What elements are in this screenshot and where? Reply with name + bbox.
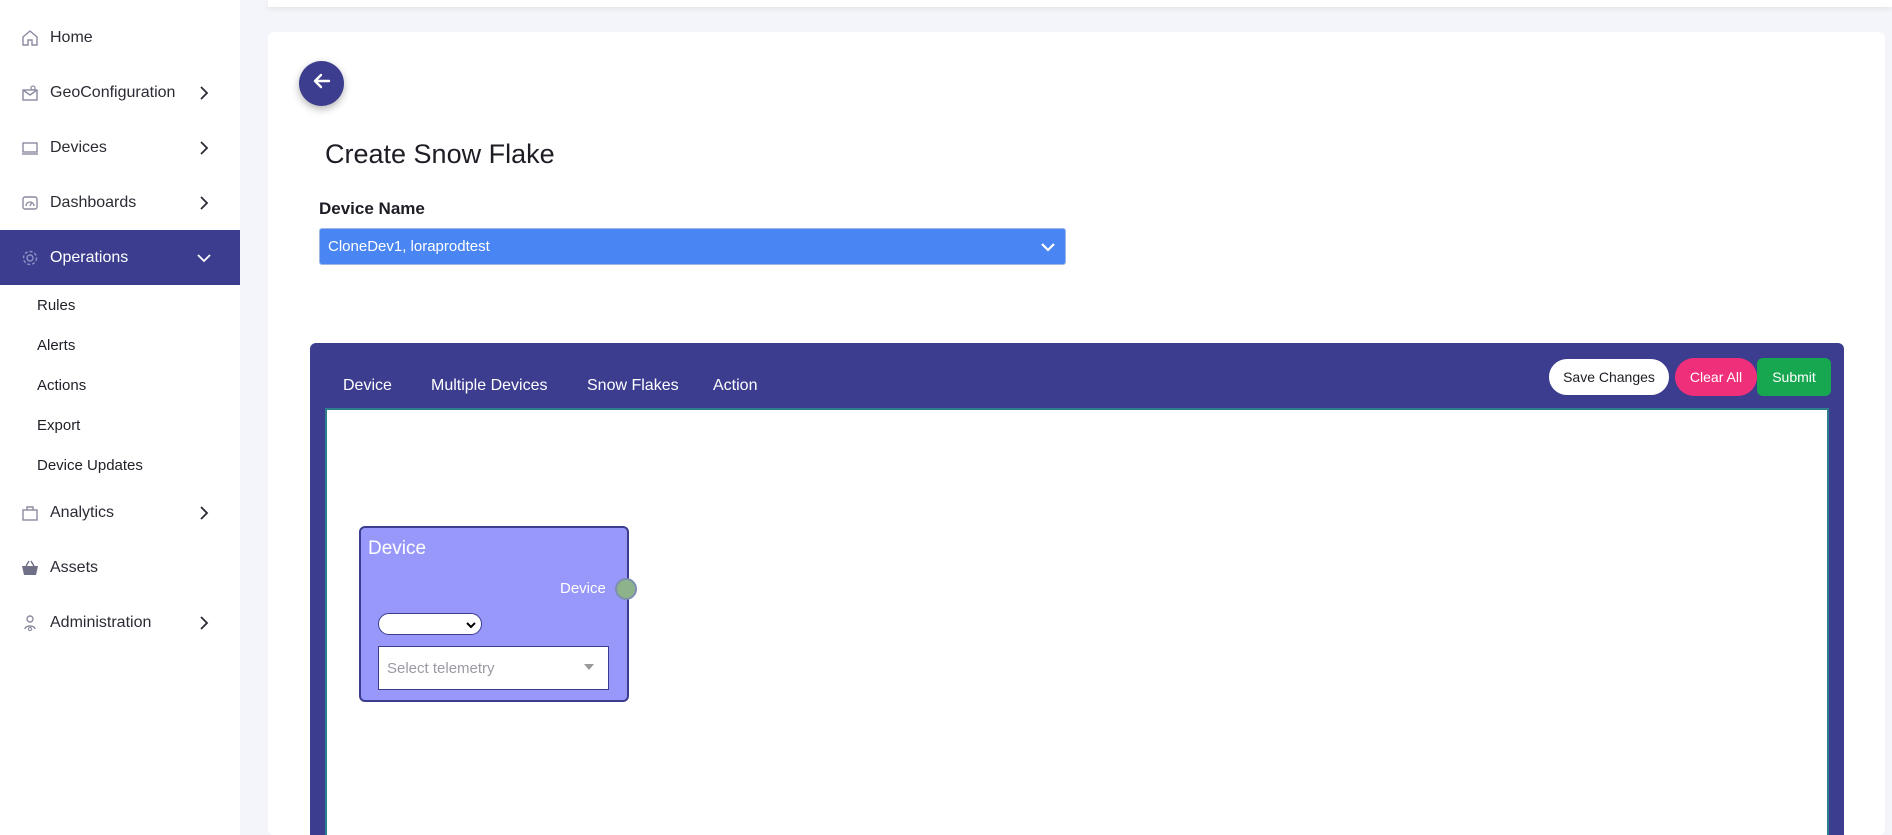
home-icon [20,28,40,48]
select-telemetry-placeholder: Select telemetry [387,659,495,677]
map-envelope-icon [20,83,40,103]
sidebar-item-administration[interactable]: Administration [0,595,240,650]
tab-device[interactable]: Device [343,377,392,395]
sidebar-subitem-export[interactable]: Export [37,417,80,434]
basket-icon [20,558,40,578]
page-title: Create Snow Flake [325,139,555,169]
sidebar-item-label: Administration [50,613,152,631]
tab-multiple-devices[interactable]: Multiple Devices [431,377,547,395]
sidebar-subitem-device-updates[interactable]: Device Updates [37,457,143,474]
sidebar-item-label: Home [50,28,93,46]
back-button[interactable] [299,61,344,106]
chevron-down-icon [465,618,477,630]
tab-snow-flakes[interactable]: Snow Flakes [587,377,679,395]
sidebar-item-label: GeoConfiguration [50,83,176,101]
gauge-icon [20,193,40,213]
sidebar-item-devices[interactable]: Devices [0,120,240,175]
chevron-down-icon [196,250,212,266]
sidebar-item-analytics[interactable]: Analytics [0,485,240,540]
user-cog-icon [20,613,40,633]
device-name-label: Device Name [319,199,425,218]
clear-all-button[interactable]: Clear All [1675,358,1757,396]
sidebar-subitem-actions[interactable]: Actions [37,377,86,394]
chevron-right-icon [196,195,212,211]
chevron-right-icon [196,505,212,521]
save-changes-button[interactable]: Save Changes [1548,358,1670,396]
submit-button[interactable]: Submit [1757,358,1831,396]
gear-icon [20,248,40,268]
device-name-value: CloneDev1, loraprodtest [328,238,490,255]
chevron-right-icon [196,140,212,156]
sidebar-item-label: Assets [50,558,99,576]
device-node-output-port[interactable] [615,578,637,600]
device-name-select[interactable]: CloneDev1, loraprodtest [319,228,1066,265]
laptop-icon [20,138,40,158]
sidebar-item-geoconfiguration[interactable]: GeoConfiguration [0,65,240,120]
device-node-title: Device [368,538,427,559]
select-telemetry-dropdown[interactable]: Select telemetry [378,646,609,690]
arrow-left-icon [313,73,331,94]
sidebar-item-operations[interactable]: Operations [0,230,240,285]
device-node-select[interactable] [378,613,482,635]
sidebar-subitem-alerts[interactable]: Alerts [37,337,75,354]
sidebar-item-dashboards[interactable]: Dashboards [0,175,240,230]
sidebar: Home GeoConfiguration Devices Dashboards [0,0,240,835]
sidebar-item-label: Devices [50,138,107,156]
device-node-port-label: Device [560,580,606,597]
sidebar-item-label: Operations [50,248,129,266]
briefcase-icon [20,503,40,523]
sidebar-item-label: Dashboards [50,193,137,211]
chevron-right-icon [196,615,212,631]
caret-down-icon [584,664,594,670]
top-bar [268,0,1892,7]
chevron-down-icon [1039,238,1057,256]
sidebar-item-home[interactable]: Home [0,10,240,65]
sidebar-item-label: Analytics [50,503,115,521]
chevron-right-icon [196,85,212,101]
sidebar-subitem-rules[interactable]: Rules [37,297,75,314]
tab-action[interactable]: Action [713,377,757,395]
sidebar-item-assets[interactable]: Assets [0,540,240,595]
